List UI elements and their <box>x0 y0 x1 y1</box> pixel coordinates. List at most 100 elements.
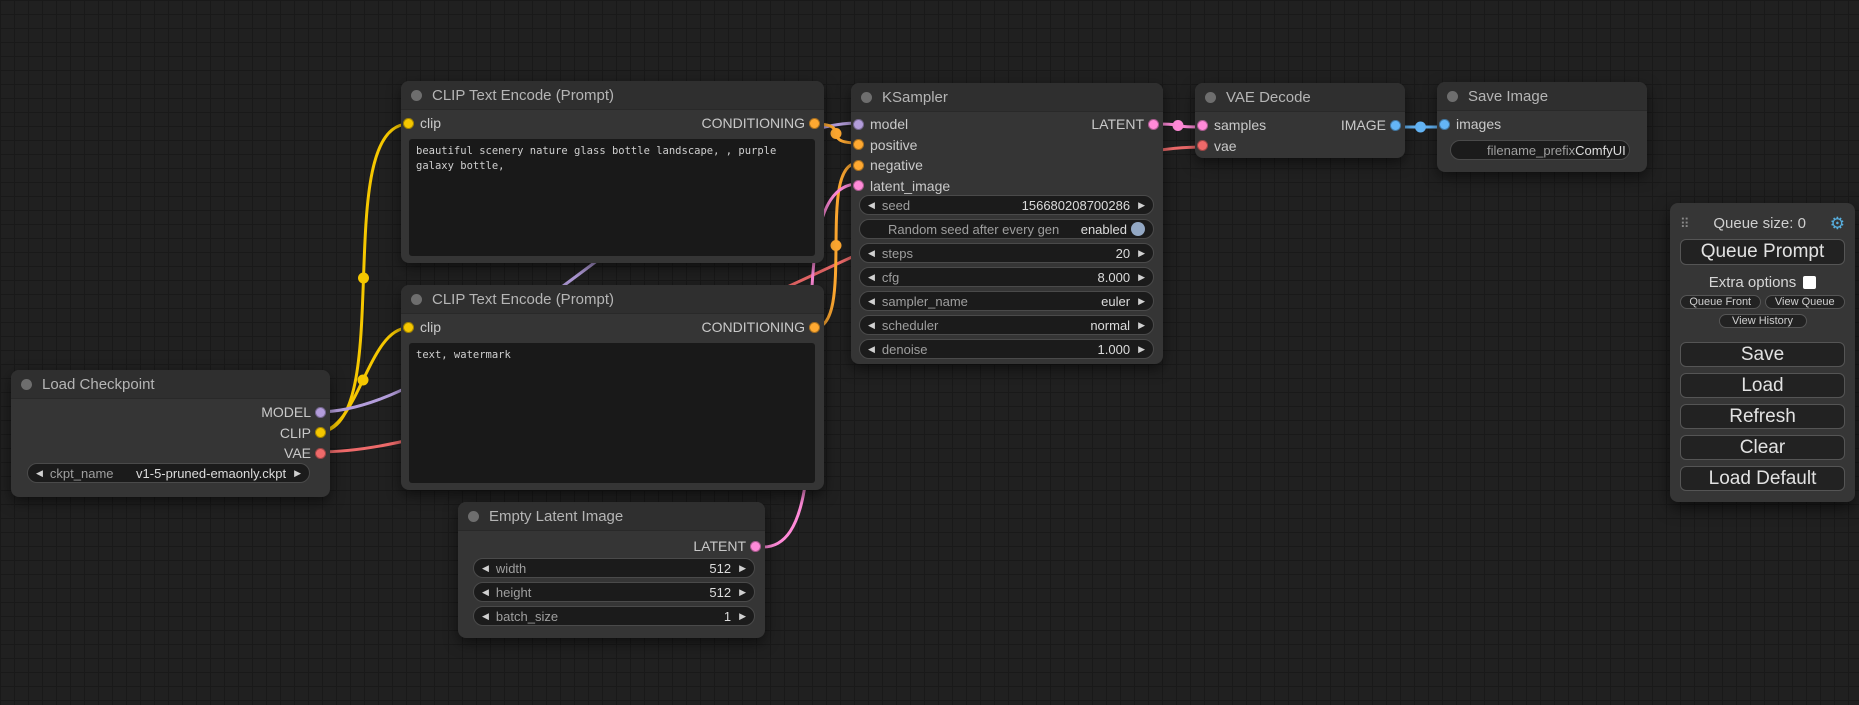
width-widget[interactable]: ◀ width 512 ▶ <box>473 558 755 578</box>
save-button[interactable]: Save <box>1680 342 1845 367</box>
decrement-arrow-icon[interactable]: ◀ <box>868 321 875 330</box>
output-dot-conditioning[interactable] <box>809 118 820 129</box>
steps-widget[interactable]: ◀ steps 20 ▶ <box>859 243 1154 263</box>
batch-size-widget[interactable]: ◀ batch_size 1 ▶ <box>473 606 755 626</box>
collapse-dot-icon[interactable] <box>411 90 422 101</box>
scheduler-widget[interactable]: ◀ scheduler normal ▶ <box>859 315 1154 335</box>
widget-value: ComfyUI <box>1575 143 1626 158</box>
increment-arrow-icon[interactable]: ▶ <box>739 564 746 573</box>
input-label-clip: clip <box>420 115 441 131</box>
collapse-dot-icon[interactable] <box>861 92 872 103</box>
node-title: CLIP Text Encode (Prompt) <box>432 291 614 308</box>
node-clip-text-encode-positive[interactable]: CLIP Text Encode (Prompt) clip CONDITION… <box>401 81 824 263</box>
collapse-dot-icon[interactable] <box>1205 92 1216 103</box>
node-title-bar[interactable]: CLIP Text Encode (Prompt) <box>401 285 824 314</box>
sampler-name-widget[interactable]: ◀ sampler_name euler ▶ <box>859 291 1154 311</box>
increment-arrow-icon[interactable]: ▶ <box>1138 201 1145 210</box>
collapse-dot-icon[interactable] <box>1447 91 1458 102</box>
input-label-samples: samples <box>1214 117 1266 133</box>
increment-arrow-icon[interactable]: ▶ <box>739 612 746 621</box>
node-save-image[interactable]: Save Image images filename_prefix ComfyU… <box>1437 82 1647 172</box>
input-dot-latent-image[interactable] <box>853 180 864 191</box>
increment-arrow-icon[interactable]: ▶ <box>1138 249 1145 258</box>
load-default-button[interactable]: Load Default <box>1680 466 1845 491</box>
height-widget[interactable]: ◀ height 512 ▶ <box>473 582 755 602</box>
node-title-bar[interactable]: CLIP Text Encode (Prompt) <box>401 81 824 110</box>
decrement-arrow-icon[interactable]: ◀ <box>868 273 875 282</box>
extra-options-label: Extra options <box>1709 274 1797 291</box>
output-dot-clip[interactable] <box>315 427 326 438</box>
refresh-button[interactable]: Refresh <box>1680 404 1845 429</box>
decrement-arrow-icon[interactable]: ◀ <box>482 564 489 573</box>
filename-prefix-widget[interactable]: filename_prefix ComfyUI <box>1450 140 1630 160</box>
collapse-dot-icon[interactable] <box>468 511 479 522</box>
input-label-vae: vae <box>1214 138 1237 154</box>
output-dot-vae[interactable] <box>315 448 326 459</box>
node-load-checkpoint[interactable]: Load Checkpoint MODEL CLIP VAE ◀ ckpt_na… <box>11 370 330 497</box>
clear-button[interactable]: Clear <box>1680 435 1845 460</box>
input-dot-model[interactable] <box>853 119 864 130</box>
node-title-bar[interactable]: VAE Decode <box>1195 83 1405 112</box>
node-title-bar[interactable]: KSampler <box>851 83 1163 112</box>
output-dot-conditioning[interactable] <box>809 322 820 333</box>
input-dot-samples[interactable] <box>1197 120 1208 131</box>
widget-value: 8.000 <box>1098 270 1131 285</box>
decrement-arrow-icon[interactable]: ◀ <box>868 201 875 210</box>
decrement-arrow-icon[interactable]: ◀ <box>36 469 43 478</box>
extra-options-checkbox[interactable] <box>1803 276 1816 289</box>
node-ksampler[interactable]: KSampler model LATENT positive negative … <box>851 83 1163 364</box>
prompt-textarea[interactable]: text, watermark <box>409 343 815 483</box>
input-dot-clip[interactable] <box>403 322 414 333</box>
node-title: VAE Decode <box>1226 89 1311 106</box>
node-title-bar[interactable]: Load Checkpoint <box>11 370 330 399</box>
input-dot-vae[interactable] <box>1197 140 1208 151</box>
output-dot-latent[interactable] <box>1148 119 1159 130</box>
node-graph-canvas[interactable]: Load Checkpoint MODEL CLIP VAE ◀ ckpt_na… <box>0 0 1859 705</box>
settings-gear-icon[interactable]: ⚙ <box>1830 215 1845 232</box>
decrement-arrow-icon[interactable]: ◀ <box>868 249 875 258</box>
drag-handle-icon[interactable]: ⠿ <box>1680 217 1690 230</box>
prompt-textarea[interactable]: beautiful scenery nature glass bottle la… <box>409 139 815 256</box>
queue-front-button[interactable]: Queue Front <box>1680 295 1761 309</box>
random-seed-toggle[interactable]: Random seed after every gen enabled <box>859 219 1154 239</box>
queue-prompt-button[interactable]: Queue Prompt <box>1680 239 1845 265</box>
decrement-arrow-icon[interactable]: ◀ <box>482 612 489 621</box>
node-empty-latent-image[interactable]: Empty Latent Image LATENT ◀ width 512 ▶ … <box>458 502 765 638</box>
increment-arrow-icon[interactable]: ▶ <box>1138 273 1145 282</box>
wire-midpoint-dot-image-to-saveimage <box>1415 122 1426 133</box>
input-label-negative: negative <box>870 157 923 173</box>
node-title-bar[interactable]: Save Image <box>1437 82 1647 111</box>
view-queue-button[interactable]: View Queue <box>1765 295 1846 309</box>
increment-arrow-icon[interactable]: ▶ <box>1138 321 1145 330</box>
collapse-dot-icon[interactable] <box>411 294 422 305</box>
output-dot-latent[interactable] <box>750 541 761 552</box>
output-dot-image[interactable] <box>1390 120 1401 131</box>
denoise-widget[interactable]: ◀ denoise 1.000 ▶ <box>859 339 1154 359</box>
input-dot-images[interactable] <box>1439 119 1450 130</box>
widget-name: steps <box>882 246 913 261</box>
collapse-dot-icon[interactable] <box>21 379 32 390</box>
queue-panel[interactable]: ⠿ Queue size: 0 ⚙ Queue Prompt Extra opt… <box>1670 203 1855 502</box>
increment-arrow-icon[interactable]: ▶ <box>294 469 301 478</box>
node-vae-decode[interactable]: VAE Decode samples IMAGE vae <box>1195 83 1405 158</box>
decrement-arrow-icon[interactable]: ◀ <box>482 588 489 597</box>
load-button[interactable]: Load <box>1680 373 1845 398</box>
node-title-bar[interactable]: Empty Latent Image <box>458 502 765 531</box>
node-clip-text-encode-negative[interactable]: CLIP Text Encode (Prompt) clip CONDITION… <box>401 285 824 490</box>
increment-arrow-icon[interactable]: ▶ <box>1138 345 1145 354</box>
view-history-button[interactable]: View History <box>1719 314 1807 328</box>
seed-widget[interactable]: ◀ seed 156680208700286 ▶ <box>859 195 1154 215</box>
decrement-arrow-icon[interactable]: ◀ <box>868 297 875 306</box>
widget-name: denoise <box>882 342 928 357</box>
input-dot-positive[interactable] <box>853 139 864 150</box>
toggle-circle-icon[interactable] <box>1131 222 1145 236</box>
input-dot-clip[interactable] <box>403 118 414 129</box>
node-title: Save Image <box>1468 88 1548 105</box>
ckpt-name-widget[interactable]: ◀ ckpt_name v1-5-pruned-emaonly.ckpt ▶ <box>27 463 310 483</box>
input-dot-negative[interactable] <box>853 160 864 171</box>
cfg-widget[interactable]: ◀ cfg 8.000 ▶ <box>859 267 1154 287</box>
increment-arrow-icon[interactable]: ▶ <box>739 588 746 597</box>
decrement-arrow-icon[interactable]: ◀ <box>868 345 875 354</box>
output-dot-model[interactable] <box>315 407 326 418</box>
increment-arrow-icon[interactable]: ▶ <box>1138 297 1145 306</box>
